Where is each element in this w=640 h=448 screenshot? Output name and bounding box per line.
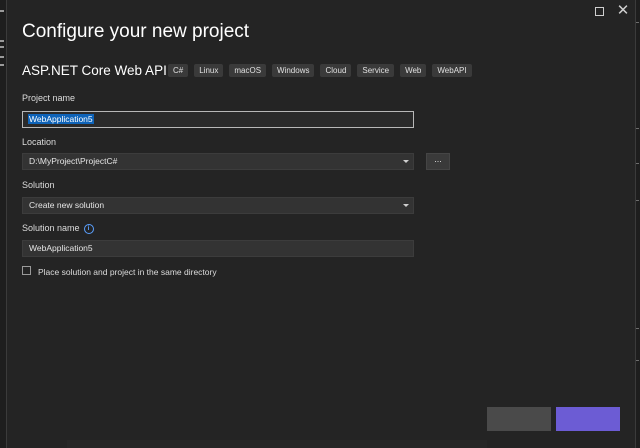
close-button[interactable]: ✕ [615,3,631,19]
background-blur [67,440,487,448]
browse-button[interactable]: ... [426,153,450,170]
solution-name-label: Solution name i [22,223,94,234]
solution-select[interactable]: Create new solution [22,197,414,214]
location-value: D:\MyProject\ProjectC# [29,156,118,166]
project-name-input[interactable]: WebApplication5 [22,111,414,128]
solution-name-input[interactable]: WebApplication5 [22,240,414,257]
solution-value: Create new solution [29,200,105,210]
background-fragment [0,56,4,58]
background-fragment [0,40,4,42]
template-tags: C# Linux macOS Windows Cloud Service Web… [168,64,472,77]
background-fragment [636,128,639,129]
background-fragment [636,360,639,361]
background-fragment [636,200,639,201]
back-button[interactable] [487,407,551,431]
same-directory-checkbox[interactable] [22,266,31,275]
maximize-icon [594,7,604,16]
tag-csharp: C# [168,64,189,77]
project-name-label: Project name [22,93,76,103]
tag-windows: Windows [272,64,315,77]
solution-name-label-text: Solution name [22,223,80,233]
chevron-down-icon [403,204,409,207]
tag-webapi: WebAPI [432,64,472,77]
maximize-button[interactable] [591,3,607,19]
close-icon: ✕ [616,2,630,19]
tag-macos: macOS [229,64,267,77]
solution-label: Solution [22,180,55,190]
tag-web: Web [400,64,427,77]
tag-linux: Linux [194,64,224,77]
next-button[interactable] [556,407,620,431]
project-name-value: WebApplication5 [28,114,94,124]
background-fragment [636,163,639,164]
background-fragment [636,328,639,329]
tag-cloud: Cloud [320,64,352,77]
location-label: Location [22,137,57,147]
page-title: Configure your new project [22,21,250,42]
same-directory-label[interactable]: Place solution and project in the same d… [38,267,217,277]
background-fragment [0,46,4,48]
background-fragment [636,22,639,23]
tag-service: Service [357,64,395,77]
background-fragment [0,10,4,12]
info-icon[interactable]: i [83,224,94,234]
location-combobox[interactable]: D:\MyProject\ProjectC# [22,153,414,170]
template-name: ASP.NET Core Web API [22,63,167,78]
background-fragment [0,64,4,66]
chevron-down-icon [403,160,409,163]
solution-name-value: WebApplication5 [29,243,93,253]
configure-project-dialog: ✕ Configure your new project ASP.NET Cor… [6,0,636,448]
